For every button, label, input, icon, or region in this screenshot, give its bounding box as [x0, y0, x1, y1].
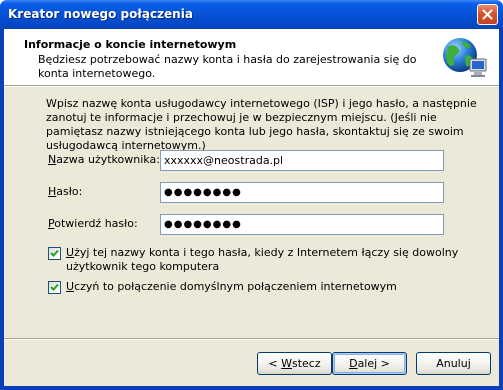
- next-button-text: alej >: [357, 357, 390, 370]
- password-label: Hasło:: [48, 185, 82, 198]
- make-default-connection-accel: U: [66, 280, 75, 293]
- username-label-accel: N: [48, 153, 57, 166]
- header-separator: [4, 85, 499, 87]
- checkmark-icon: [50, 249, 59, 257]
- cancel-button[interactable]: Anuluj: [416, 352, 491, 375]
- close-icon: [482, 9, 493, 20]
- checkmark-icon: [50, 283, 59, 291]
- username-input[interactable]: xxxxxx@neostrada.pl: [160, 150, 444, 171]
- confirm-password-label-text: otwierdź hasło:: [54, 217, 138, 230]
- username-label-text: azwa użytkownika:: [56, 153, 160, 166]
- password-input[interactable]: ●●●●●●●●: [160, 182, 444, 203]
- make-default-connection-text: czyń to połączenie domyślnym połączeniem…: [74, 280, 397, 293]
- page-title: Informacje o koncie internetowym: [24, 38, 237, 51]
- make-default-connection-checkbox[interactable]: [48, 281, 61, 294]
- footer-separator: [4, 338, 499, 340]
- use-for-all-users-accel: U: [66, 246, 75, 259]
- confirm-password-input[interactable]: ●●●●●●●●: [160, 214, 444, 235]
- next-button-accel: D: [349, 357, 358, 370]
- wizard-window: Kreator nowego połączenia Informacje o k…: [0, 0, 503, 390]
- page-subtitle: Będziesz potrzebować nazwy konta i hasła…: [38, 53, 417, 80]
- password-label-text: asło:: [56, 185, 83, 198]
- next-button[interactable]: Dalej >: [332, 352, 407, 375]
- make-default-connection-label: Uczyń to połączenie domyślnym połączenie…: [66, 280, 466, 294]
- window-title: Kreator nowego połączenia: [8, 7, 193, 21]
- wizard-client-area: Informacje o koncie internetowym Będzies…: [4, 29, 499, 386]
- title-bar[interactable]: Kreator nowego połączenia: [0, 0, 503, 29]
- use-for-all-users-checkbox[interactable]: [48, 247, 61, 260]
- use-for-all-users-text: żyj tej nazwy konta i tego hasła, kiedy …: [66, 246, 459, 273]
- wizard-header: Informacje o koncie internetowym Będzies…: [4, 29, 499, 85]
- instructions-text: Wpisz nazwę konta usługodawcy internetow…: [46, 97, 477, 152]
- back-button-prefix: <: [268, 357, 282, 370]
- back-button-text: stecz: [291, 357, 321, 370]
- username-label: Nazwa użytkownika:: [48, 153, 160, 166]
- confirm-password-label: Potwierdź hasło:: [48, 217, 138, 230]
- use-for-all-users-label: Użyj tej nazwy konta i tego hasła, kiedy…: [66, 246, 466, 274]
- back-button-accel: W: [281, 357, 292, 370]
- globe-network-icon: [443, 38, 487, 77]
- close-button[interactable]: [477, 4, 498, 25]
- back-button[interactable]: < Wstecz: [257, 352, 332, 375]
